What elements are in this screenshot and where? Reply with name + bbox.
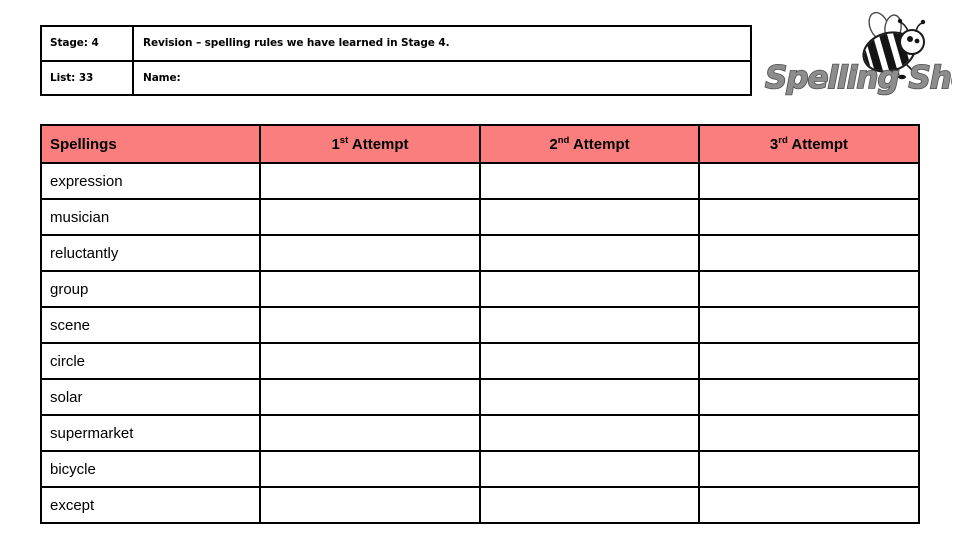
table-header-row: Spellings 1st Attempt 2nd Attempt 3rd At… [40, 124, 920, 164]
attempt-2-label: Attempt [572, 135, 630, 153]
spelling-word-cell: scene [40, 306, 261, 344]
attempt-1-answer-cell[interactable] [259, 414, 481, 452]
header-row-list: List: 33 Name: [42, 61, 750, 94]
table-row: scene [40, 306, 920, 344]
header-row-stage: Stage: 4 Revision – spelling rules we ha… [42, 27, 750, 62]
spelling-shed-logo: Spelling Shed [762, 8, 952, 100]
table-row: musician [40, 198, 920, 236]
table-row: supermarket [40, 414, 920, 452]
spelling-word-cell: expression [40, 162, 261, 200]
attempt-3-answer-cell[interactable] [698, 342, 920, 380]
name-field-label: Name: [143, 71, 181, 84]
spelling-word-cell: musician [40, 198, 261, 236]
table-row: expression [40, 162, 920, 200]
attempt-2-answer-cell[interactable] [479, 486, 700, 524]
attempt-2-answer-cell[interactable] [479, 414, 700, 452]
attempt-3-answer-cell[interactable] [698, 234, 920, 272]
attempt-3-label: Attempt [791, 135, 849, 153]
spelling-word-cell: supermarket [40, 414, 261, 452]
attempt-1-label: Attempt [351, 135, 409, 153]
attempt-1-answer-cell[interactable] [259, 234, 481, 272]
attempt-1-answer-cell[interactable] [259, 378, 481, 416]
table-row: circle [40, 342, 920, 380]
column-header-attempt-3: 3rd Attempt [698, 124, 920, 164]
attempt-2-ordinal-suffix: nd [557, 134, 570, 146]
table-body: expression musician reluctantly group scene c… [40, 162, 920, 524]
stage-label: Stage: 4 [42, 27, 134, 60]
attempt-3-number: 3 [769, 135, 779, 153]
attempt-1-answer-cell[interactable] [259, 270, 481, 308]
spelling-word-cell: circle [40, 342, 261, 380]
attempt-2-answer-cell[interactable] [479, 162, 700, 200]
attempt-3-answer-cell[interactable] [698, 414, 920, 452]
attempt-3-answer-cell[interactable] [698, 306, 920, 344]
table-header: Spellings 1st Attempt 2nd Attempt 3rd At… [40, 124, 920, 164]
column-header-spellings: Spellings [40, 124, 261, 164]
spelling-word-cell: reluctantly [40, 234, 261, 272]
attempt-3-answer-cell[interactable] [698, 270, 920, 308]
table-row: group [40, 270, 920, 308]
attempt-1-number: 1 [331, 135, 340, 153]
logo-wordmark: Spelling Shed [764, 59, 952, 97]
attempt-3-answer-cell[interactable] [698, 198, 920, 236]
attempt-3-answer-cell[interactable] [698, 486, 920, 524]
attempt-2-answer-cell[interactable] [479, 306, 700, 344]
attempt-3-answer-cell[interactable] [698, 450, 920, 488]
attempt-1-answer-cell[interactable] [259, 450, 481, 488]
spelling-word-cell: bicycle [40, 450, 261, 488]
attempt-2-answer-cell[interactable] [479, 234, 700, 272]
attempt-1-answer-cell[interactable] [259, 342, 481, 380]
attempt-2-answer-cell[interactable] [479, 378, 700, 416]
attempt-1-answer-cell[interactable] [259, 306, 481, 344]
table-row: except [40, 486, 920, 524]
attempt-2-answer-cell[interactable] [479, 198, 700, 236]
list-label: List: 33 [42, 61, 134, 94]
attempt-3-answer-cell[interactable] [698, 162, 920, 200]
attempt-2-answer-cell[interactable] [479, 450, 700, 488]
table-row: solar [40, 378, 920, 416]
attempt-2-answer-cell[interactable] [479, 270, 700, 308]
column-header-attempt-1: 1st Attempt [259, 124, 481, 164]
spelling-word-cell: group [40, 270, 261, 308]
worksheet-header-box: Stage: 4 Revision – spelling rules we ha… [40, 25, 752, 96]
attempt-2-number: 2 [549, 135, 558, 153]
attempt-3-ordinal-suffix: rd [778, 134, 788, 146]
spelling-practice-table: Spellings 1st Attempt 2nd Attempt 3rd At… [40, 124, 920, 524]
attempt-1-answer-cell[interactable] [259, 162, 481, 200]
table-row: reluctantly [40, 234, 920, 272]
svg-text:Spelling Shed: Spelling Shed [765, 60, 952, 96]
revision-text: Revision – spelling rules we have learne… [143, 37, 450, 50]
attempt-1-ordinal-suffix: st [339, 134, 349, 146]
table-row: bicycle [40, 450, 920, 488]
column-header-attempt-2: 2nd Attempt [479, 124, 700, 164]
attempt-2-answer-cell[interactable] [479, 342, 700, 380]
spelling-word-cell: except [40, 486, 261, 524]
spelling-word-cell: solar [40, 378, 261, 416]
attempt-1-answer-cell[interactable] [259, 198, 481, 236]
attempt-1-answer-cell[interactable] [259, 486, 481, 524]
attempt-3-answer-cell[interactable] [698, 378, 920, 416]
